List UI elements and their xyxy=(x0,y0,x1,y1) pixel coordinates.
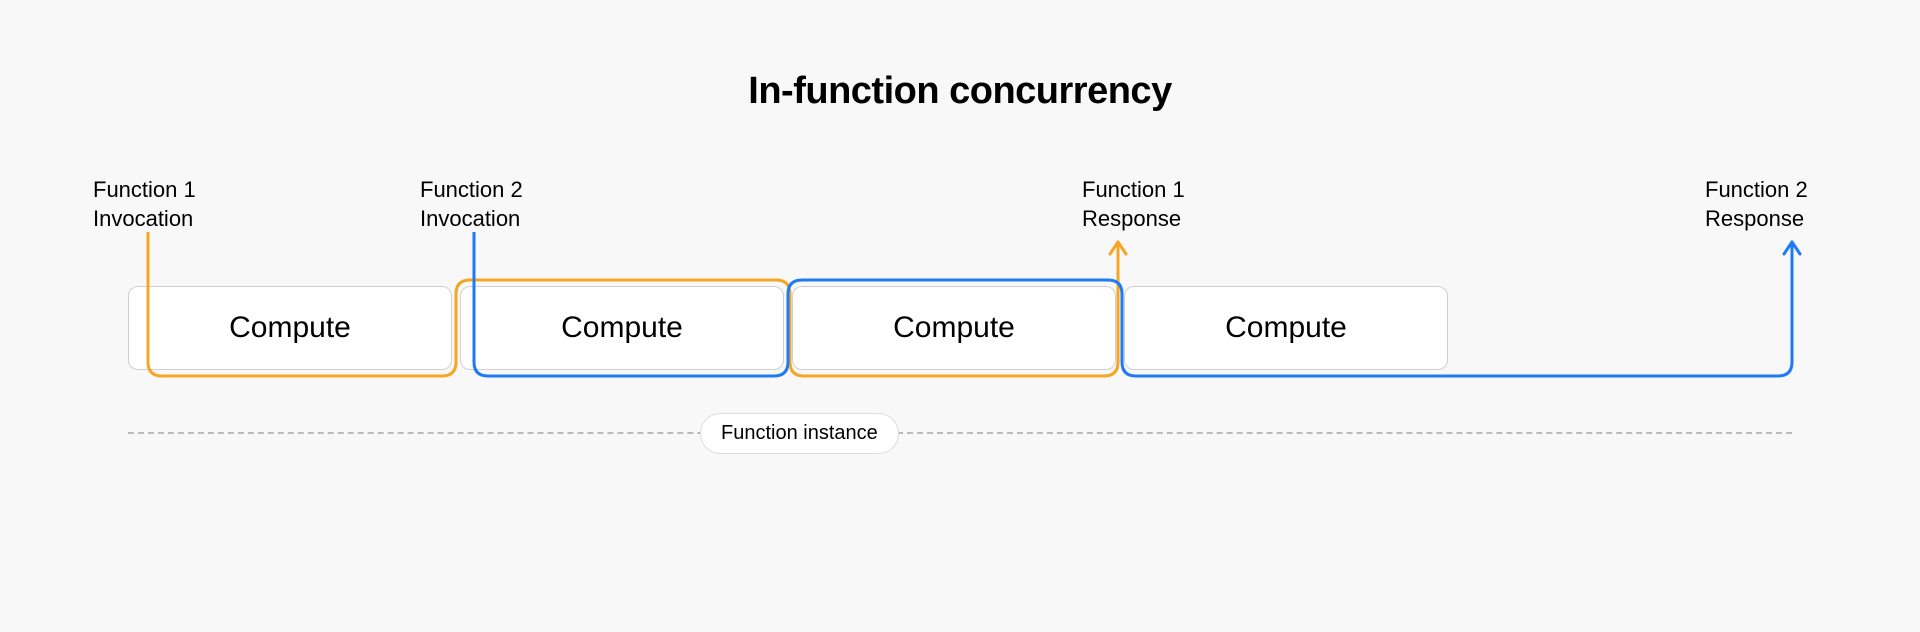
compute-box-2: Compute xyxy=(460,286,784,370)
fn2-response-label: Function 2Response xyxy=(1705,176,1808,233)
fn2-invocation-label: Function 2Invocation xyxy=(420,176,523,233)
compute-box-4: Compute xyxy=(1124,286,1448,370)
fn1-invocation-label: Function 1Invocation xyxy=(93,176,196,233)
function-instance-pill: Function instance xyxy=(700,413,899,454)
compute-box-1: Compute xyxy=(128,286,452,370)
fn1-response-label: Function 1Response xyxy=(1082,176,1185,233)
diagram-title: In-function concurrency xyxy=(0,70,1920,113)
compute-box-3: Compute xyxy=(792,286,1116,370)
instance-dashed-line xyxy=(128,432,1792,434)
